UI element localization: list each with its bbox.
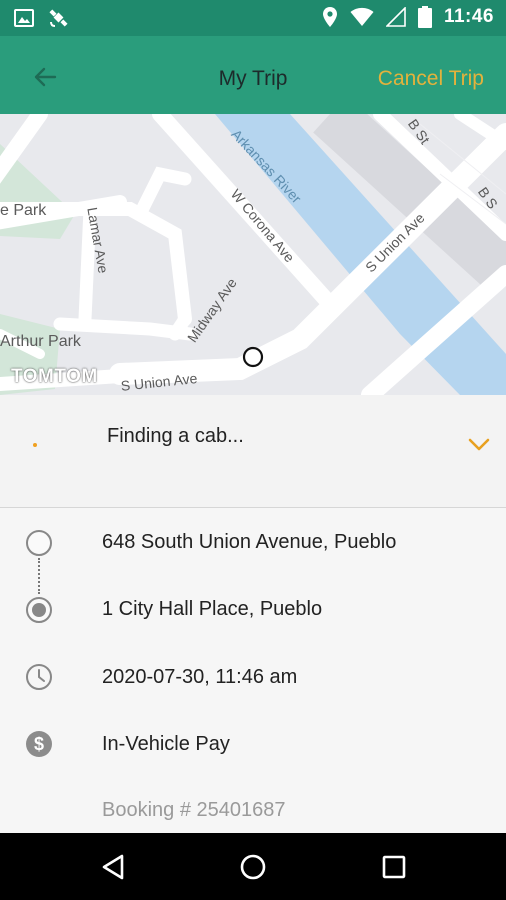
dropoff-address: 1 City Hall Place, Pueblo	[102, 598, 323, 620]
finding-cab-text: Finding a cab...	[107, 425, 244, 447]
location-icon	[322, 7, 337, 27]
clock-icon	[26, 664, 52, 690]
map[interactable]: Arkansas River W Corona Ave S Union Ave …	[0, 114, 506, 395]
pickup-address: 648 South Union Avenue, Pueblo	[102, 531, 397, 553]
image-icon	[14, 9, 34, 27]
home-circle-icon[interactable]	[236, 850, 270, 884]
pickup-datetime: 2020-07-30, 11:46 am	[102, 666, 298, 688]
cancel-trip-button[interactable]: Cancel Trip	[378, 67, 484, 91]
back-triangle-icon[interactable]	[97, 850, 131, 884]
searching-dot-icon	[33, 443, 37, 447]
dollar-icon: $	[26, 731, 52, 757]
tomtom-logo: TOMTOM	[11, 366, 98, 387]
wifi-icon	[350, 7, 374, 26]
map-label-park-left: e Park	[0, 202, 47, 219]
booking-number: Booking # 25401687	[102, 799, 286, 821]
system-nav-bar	[0, 833, 506, 900]
signal-icon	[385, 7, 406, 27]
app-bar: My Trip Cancel Trip	[0, 36, 506, 114]
chevron-down-icon[interactable]	[468, 438, 490, 452]
payment-method: In-Vehicle Pay	[102, 733, 230, 755]
battery-icon	[417, 6, 432, 28]
status-bar: 11:46	[0, 0, 506, 36]
svg-text:$: $	[34, 734, 44, 754]
status-time: 11:46	[443, 6, 494, 27]
satellite-icon	[49, 9, 68, 27]
route-connector	[38, 558, 40, 594]
recents-square-icon[interactable]	[377, 850, 411, 884]
map-label-arthur-park: Arthur Park	[0, 333, 81, 350]
trip-status-panel[interactable]	[0, 395, 506, 508]
dropoff-circle-icon	[26, 597, 52, 623]
pickup-circle-icon	[26, 530, 52, 556]
